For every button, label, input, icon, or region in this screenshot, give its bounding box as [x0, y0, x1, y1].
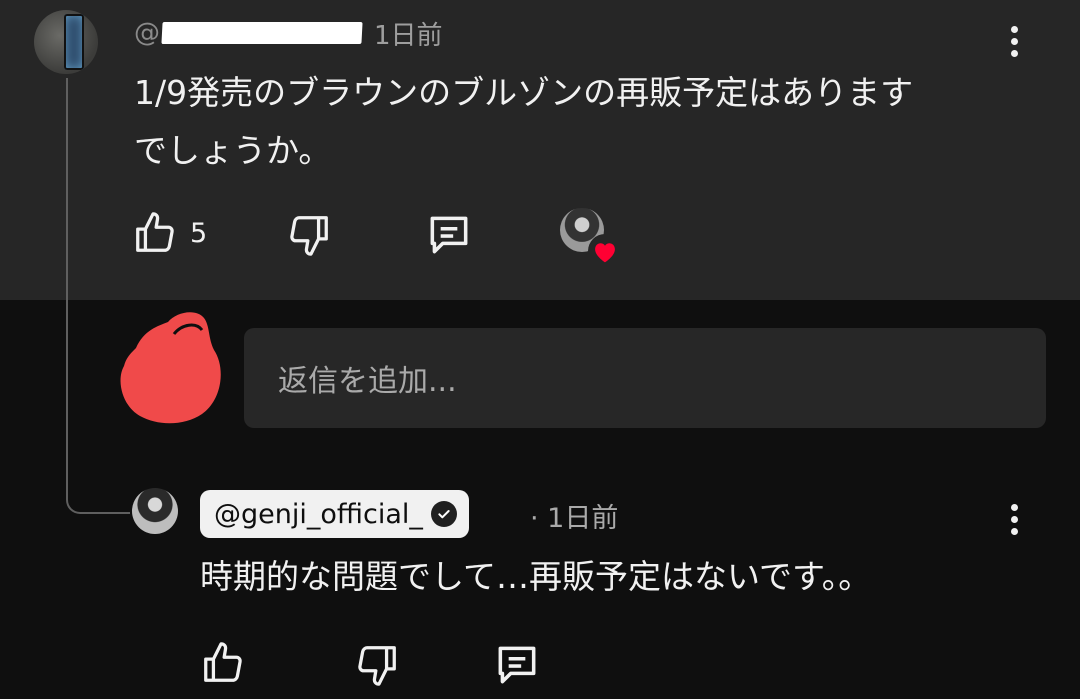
comment-text-line-1: 1/9発売のブラウンのブルゾンの再販予定はあります [134, 73, 914, 112]
comment-thread: @ 1日前 1/9発売のブラウンのブルゾンの再販予定はあります でしょうか。 5… [0, 0, 1080, 699]
commenter-avatar[interactable] [34, 10, 98, 74]
avatar-phone-image [64, 14, 84, 70]
verified-check-icon [430, 501, 457, 527]
thumbs-down-icon[interactable] [286, 212, 332, 258]
redacted-user-avatar [120, 312, 221, 424]
reply-author-avatar[interactable] [132, 488, 178, 534]
comment-text-line-2: でしょうか。 [134, 131, 332, 170]
handle-redaction [161, 22, 363, 44]
commenter-handle[interactable]: @ [134, 18, 160, 48]
reply-reply-icon[interactable] [492, 640, 542, 690]
reply-thumbs-up-icon[interactable] [200, 640, 246, 686]
creator-handle-badge[interactable]: @genji_official_ [200, 490, 469, 538]
reply-more-options-icon[interactable] [1010, 504, 1018, 535]
reply-author-handle: @genji_official_ [214, 498, 423, 530]
comment-text: 1/9発売のブラウンのブルゾンの再販予定はあります でしょうか。 [134, 64, 1014, 180]
like-count: 5 [190, 218, 208, 249]
add-reply-placeholder: 返信を追加... [278, 364, 457, 399]
thread-connector-branch [80, 512, 130, 514]
comment-more-options-icon[interactable] [1010, 26, 1018, 57]
add-reply-input[interactable]: 返信を追加... [244, 328, 1046, 428]
reply-thumbs-down-icon[interactable] [354, 642, 400, 688]
reply-icon[interactable] [424, 210, 474, 260]
reply-timestamp: · 1日前 [530, 503, 619, 534]
thread-connector-line [66, 78, 80, 514]
reply-text: 時期的な問題でして…再販予定はないです。。 [200, 557, 872, 596]
comment-timestamp: 1日前 [374, 20, 443, 51]
thumbs-up-icon[interactable] [132, 210, 178, 256]
heart-icon [588, 234, 622, 268]
comment-header: @ 1日前 [134, 16, 443, 51]
creator-heart-badge [560, 208, 622, 268]
